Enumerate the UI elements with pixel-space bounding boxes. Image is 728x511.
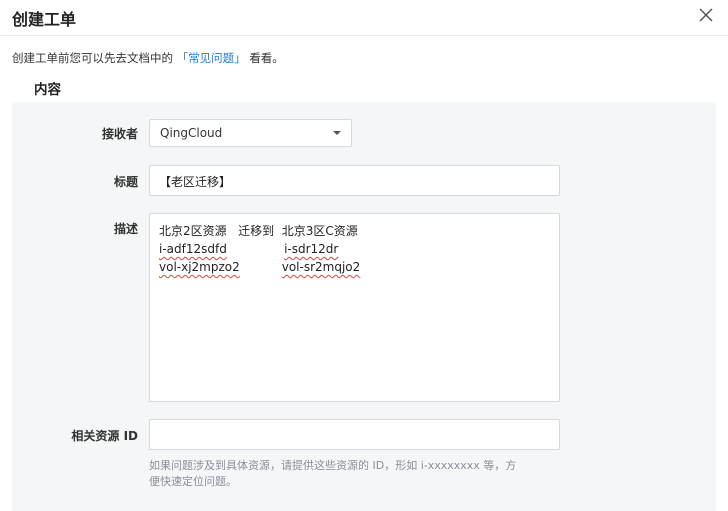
- dialog-header: 创建工单: [0, 0, 728, 36]
- description-line-2: i-adf12sdfd i-sdr12dr: [159, 240, 550, 258]
- faq-hint: 创建工单前您可以先去文档中的 「常见问题」 看看。: [12, 50, 284, 66]
- resource-id-input[interactable]: [149, 419, 560, 450]
- faq-link[interactable]: 「常见问题」: [177, 51, 246, 65]
- description-line-3: vol-xj2mpzo2 vol-sr2mqjo2: [159, 258, 550, 276]
- caret-down-icon: [333, 131, 341, 135]
- dialog-title: 创建工单: [12, 10, 77, 29]
- section-title: 内容: [34, 82, 61, 98]
- title-label: 标题: [113, 175, 138, 189]
- desc-text: i-sdr12dr: [284, 242, 339, 256]
- desc-text: 北京3区C资源: [274, 224, 358, 238]
- description-line-1: 北京2区资源 迁移到 北京3区C资源: [159, 222, 550, 240]
- hint-suffix: 看看。: [249, 51, 284, 65]
- resource-id-help: 如果问题涉及到具体资源，请提供这些资源的 ID，形如 i-xxxxxxxx 等，…: [149, 459, 517, 488]
- receiver-label: 接收者: [101, 127, 138, 141]
- create-ticket-dialog: 创建工单 创建工单前您可以先去文档中的 「常见问题」 看看。 内容 接收者 Qi…: [0, 0, 728, 511]
- hint-prefix: 创建工单前您可以先去文档中的: [12, 51, 173, 65]
- title-input[interactable]: 【老区迁移】: [149, 165, 560, 196]
- receiver-select[interactable]: QingCloud: [149, 119, 352, 147]
- description-label: 描述: [113, 222, 138, 236]
- close-icon[interactable]: [696, 5, 716, 25]
- form-panel: 接收者 QingCloud 标题 【老区迁移】 描述 北京2区资源 迁移到 北京…: [12, 102, 716, 511]
- resource-id-label: 相关资源 ID: [71, 429, 138, 443]
- description-textarea[interactable]: 北京2区资源 迁移到 北京3区C资源 i-adf12sdfd i-sdr12dr…: [149, 213, 560, 402]
- receiver-value: QingCloud: [160, 126, 223, 140]
- desc-text: i-adf12sdfd: [159, 242, 227, 256]
- desc-text: vol-sr2mqjo2: [281, 260, 361, 274]
- desc-text: vol-xj2mpzo2: [159, 260, 240, 274]
- desc-text: 北京2区资源: [159, 224, 227, 238]
- desc-text: 迁移到: [226, 224, 275, 238]
